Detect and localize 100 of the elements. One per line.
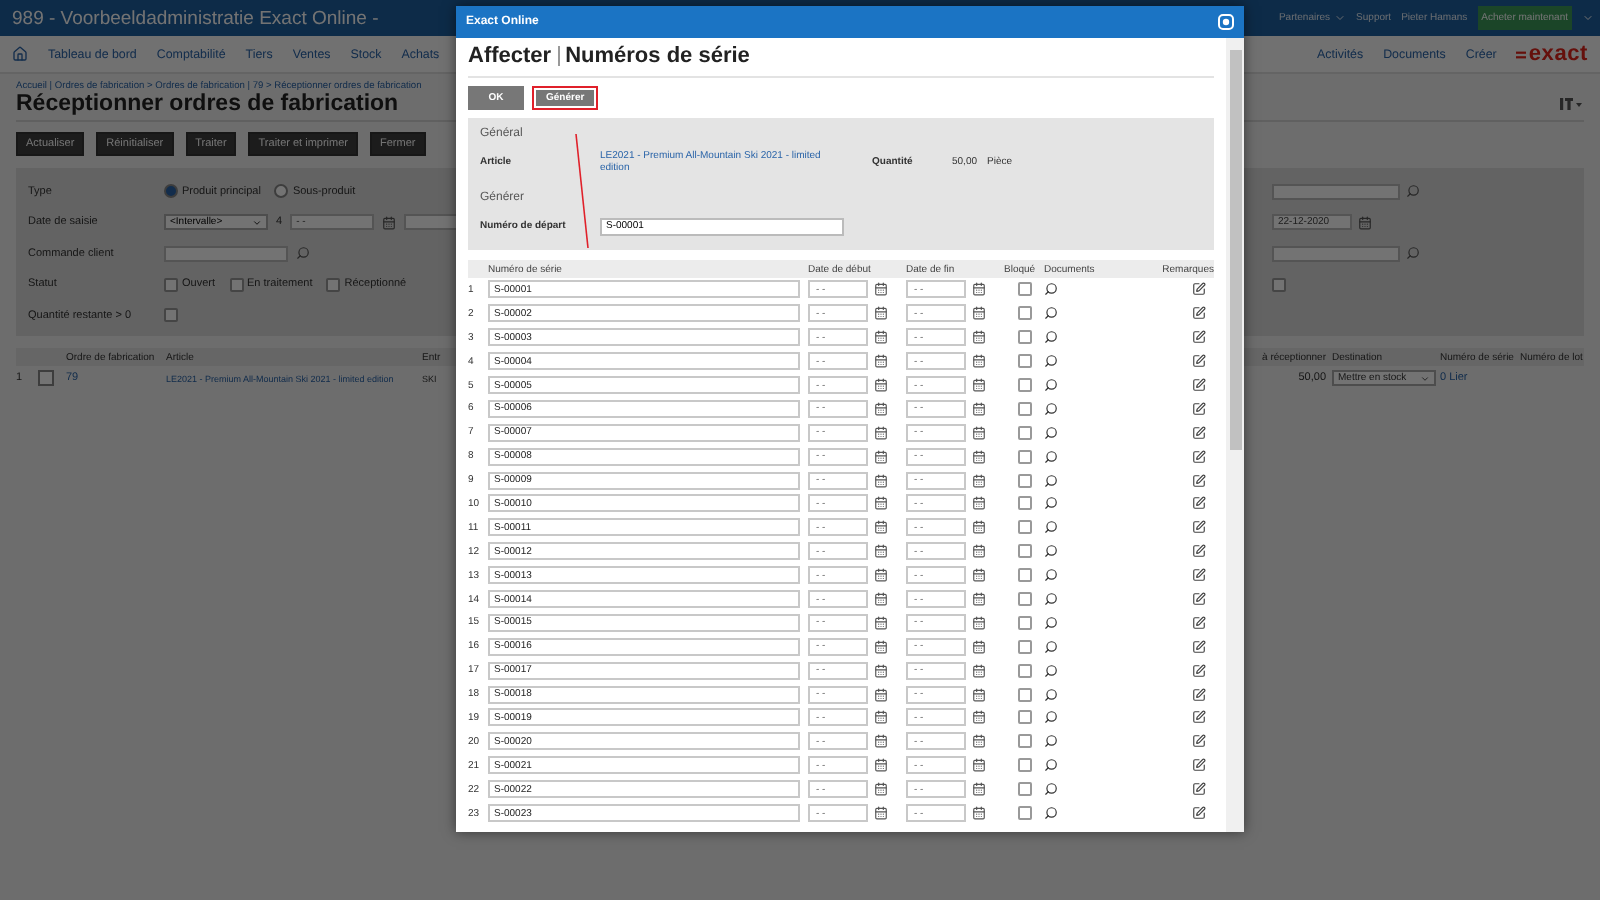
search-icon[interactable] [1044, 806, 1058, 821]
checkbox[interactable] [1017, 520, 1031, 535]
search-icon[interactable] [1044, 473, 1058, 488]
input-field[interactable] [1272, 245, 1400, 262]
search-icon[interactable] [1044, 568, 1058, 583]
input-field[interactable] [1272, 183, 1400, 200]
calendar-icon[interactable] [874, 282, 888, 297]
calendar-icon[interactable] [874, 615, 888, 630]
checkbox[interactable] [1017, 758, 1031, 773]
checkbox[interactable] [1017, 282, 1031, 297]
search-icon[interactable] [1044, 282, 1058, 297]
edit-note-icon[interactable] [1192, 473, 1206, 488]
checkbox[interactable] [1017, 734, 1031, 749]
edit-note-icon[interactable] [1192, 806, 1206, 821]
checkbox[interactable] [1017, 378, 1031, 392]
checkbox[interactable] [164, 277, 178, 292]
calendar-icon[interactable] [972, 378, 986, 392]
home-icon[interactable] [12, 46, 28, 62]
calendar-icon[interactable] [874, 782, 888, 797]
edit-note-icon[interactable] [1192, 425, 1206, 440]
radio-button[interactable] [274, 184, 289, 199]
calendar-icon[interactable] [972, 806, 986, 821]
calendar-icon[interactable] [972, 663, 986, 678]
edit-note-icon[interactable] [1192, 401, 1206, 416]
search-icon[interactable] [1044, 663, 1058, 678]
checkbox[interactable] [1017, 568, 1031, 583]
calendar-icon[interactable] [874, 806, 888, 821]
checkbox[interactable] [1017, 782, 1031, 797]
calendar-icon[interactable] [972, 520, 986, 535]
input-field[interactable] [164, 245, 288, 262]
calendar-icon[interactable] [874, 449, 888, 464]
calendar-icon[interactable] [972, 306, 986, 321]
calendar-icon[interactable] [972, 615, 986, 630]
scrollbar-thumb[interactable] [1229, 50, 1241, 450]
checkbox[interactable] [1017, 639, 1031, 654]
calendar-icon[interactable] [874, 687, 888, 702]
checkbox[interactable] [1017, 710, 1031, 725]
checkbox[interactable] [1017, 330, 1031, 345]
calendar-icon[interactable] [874, 496, 888, 511]
checkbox[interactable] [1017, 663, 1031, 678]
edit-note-icon[interactable] [1192, 592, 1206, 607]
calendar-icon[interactable] [874, 378, 888, 392]
edit-note-icon[interactable] [1192, 639, 1206, 654]
edit-note-icon[interactable] [1192, 330, 1206, 345]
calendar-icon[interactable] [972, 282, 986, 297]
checkbox[interactable] [1017, 687, 1031, 702]
search-icon[interactable] [1044, 449, 1058, 464]
calendar-icon[interactable] [972, 639, 986, 654]
search-icon[interactable] [1044, 330, 1058, 345]
search-icon[interactable] [1044, 354, 1058, 369]
edit-note-icon[interactable] [1192, 758, 1206, 773]
calendar-icon[interactable] [972, 473, 986, 488]
checkbox[interactable] [1017, 354, 1031, 369]
checkbox[interactable] [1272, 277, 1286, 292]
calendar-icon[interactable] [874, 544, 888, 559]
checkbox[interactable] [1017, 806, 1031, 821]
checkbox[interactable] [1017, 496, 1031, 511]
calendar-icon[interactable] [874, 520, 888, 535]
search-icon[interactable] [1044, 520, 1058, 535]
calendar-icon[interactable] [874, 710, 888, 725]
search-icon[interactable] [1044, 378, 1058, 392]
calendar-icon[interactable] [874, 663, 888, 678]
calendar-icon[interactable] [972, 734, 986, 749]
search-icon[interactable] [1044, 615, 1058, 630]
search-icon[interactable] [1044, 758, 1058, 773]
edit-note-icon[interactable] [1192, 710, 1206, 725]
search-icon[interactable] [1044, 544, 1058, 559]
edit-note-icon[interactable] [1192, 354, 1206, 369]
checkbox[interactable] [1017, 306, 1031, 321]
checkbox[interactable] [1017, 615, 1031, 630]
checkbox[interactable] [229, 277, 244, 292]
search-icon[interactable] [1044, 782, 1058, 797]
calendar-icon[interactable] [874, 354, 888, 369]
calendar-icon[interactable] [874, 734, 888, 749]
calendar-icon[interactable] [972, 401, 986, 416]
edit-note-icon[interactable] [1192, 663, 1206, 678]
edit-note-icon[interactable] [1192, 306, 1206, 321]
checkbox[interactable] [164, 308, 178, 323]
search-icon[interactable] [1044, 592, 1058, 607]
calendar-icon[interactable] [874, 473, 888, 488]
search-icon[interactable] [1044, 639, 1058, 654]
checkbox[interactable] [1017, 544, 1031, 559]
close-icon[interactable] [1218, 14, 1234, 30]
edit-note-icon[interactable] [1192, 520, 1206, 535]
search-icon[interactable] [1044, 496, 1058, 511]
calendar-icon[interactable] [972, 496, 986, 511]
calendar-icon[interactable] [874, 401, 888, 416]
calendar-icon[interactable] [972, 710, 986, 725]
calendar-icon[interactable] [874, 568, 888, 583]
calendar-icon[interactable] [972, 330, 986, 345]
checkbox[interactable] [1017, 449, 1031, 464]
edit-note-icon[interactable] [1192, 568, 1206, 583]
checkbox[interactable] [1017, 425, 1031, 440]
calendar-icon[interactable] [972, 354, 986, 369]
calendar-icon[interactable] [874, 425, 888, 440]
sort-menu-icon[interactable] [1560, 96, 1584, 112]
calendar-icon[interactable] [972, 449, 986, 464]
edit-note-icon[interactable] [1192, 734, 1206, 749]
edit-note-icon[interactable] [1192, 544, 1206, 559]
edit-note-icon[interactable] [1192, 449, 1206, 464]
